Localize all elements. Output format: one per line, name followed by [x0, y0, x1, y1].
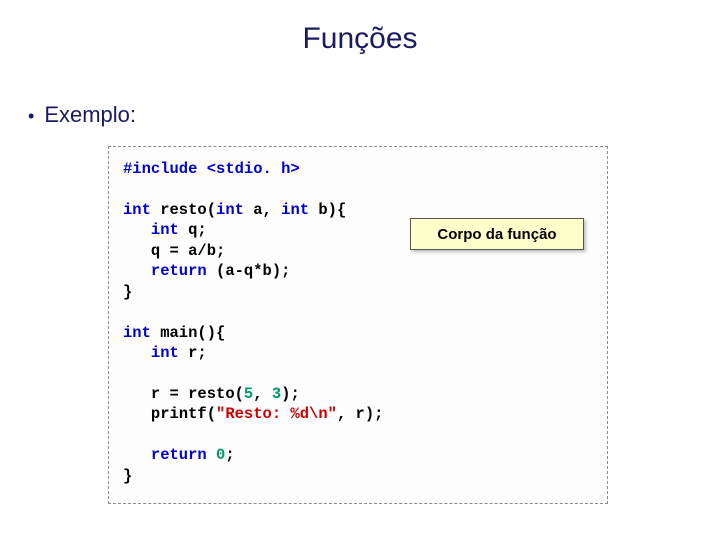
code-ret0-a: [123, 446, 151, 464]
code-kw-int-1: int: [123, 201, 151, 219]
code-kw-int-6: int: [151, 344, 179, 362]
code-resto-sig-a: resto(: [151, 201, 216, 219]
code-include-hdr: <stdio. h>: [207, 160, 300, 178]
code-comma: ,: [253, 385, 272, 403]
bullet-text: Exemplo:: [44, 102, 136, 128]
slide-title: Funções: [0, 0, 720, 56]
bullet-row: • Exemplo:: [28, 102, 136, 128]
code-kw-return-1: return: [151, 262, 207, 280]
code-ret0-b: ;: [225, 446, 234, 464]
code-brace-2: }: [123, 467, 132, 485]
code-q-assign: q = a/b;: [123, 242, 225, 260]
code-kw-int-2: int: [216, 201, 244, 219]
code-kw-int-4: int: [151, 221, 179, 239]
code-kw-int-5: int: [123, 324, 151, 342]
code-printf-a: printf(: [123, 405, 216, 423]
code-resto-sig-b: a,: [244, 201, 281, 219]
code-brace-1: }: [123, 283, 132, 301]
bullet-dot-icon: •: [28, 107, 34, 125]
code-content: #include <stdio. h> int resto(int a, int…: [123, 159, 593, 486]
code-ret-expr: (a-q*b);: [207, 262, 291, 280]
code-printf-str: "Resto: %d\n": [216, 405, 337, 423]
callout-box: Corpo da função: [410, 218, 584, 250]
code-r-decl: r;: [179, 344, 207, 362]
code-main-sig: main(){: [151, 324, 225, 342]
code-kw-int-3: int: [281, 201, 309, 219]
code-call-b: );: [281, 385, 300, 403]
code-printf-b: , r);: [337, 405, 384, 423]
code-num-5: 5: [244, 385, 253, 403]
code-resto-sig-c: b){: [309, 201, 346, 219]
code-num-0: 0: [216, 446, 225, 464]
code-block: #include <stdio. h> int resto(int a, int…: [108, 146, 608, 504]
callout-label: Corpo da função: [437, 226, 556, 243]
code-kw-return-2: return: [151, 446, 207, 464]
code-num-3: 3: [272, 385, 281, 403]
code-q-decl: q;: [179, 221, 207, 239]
code-call-a: r = resto(: [123, 385, 244, 403]
code-include-kw: #include: [123, 160, 207, 178]
